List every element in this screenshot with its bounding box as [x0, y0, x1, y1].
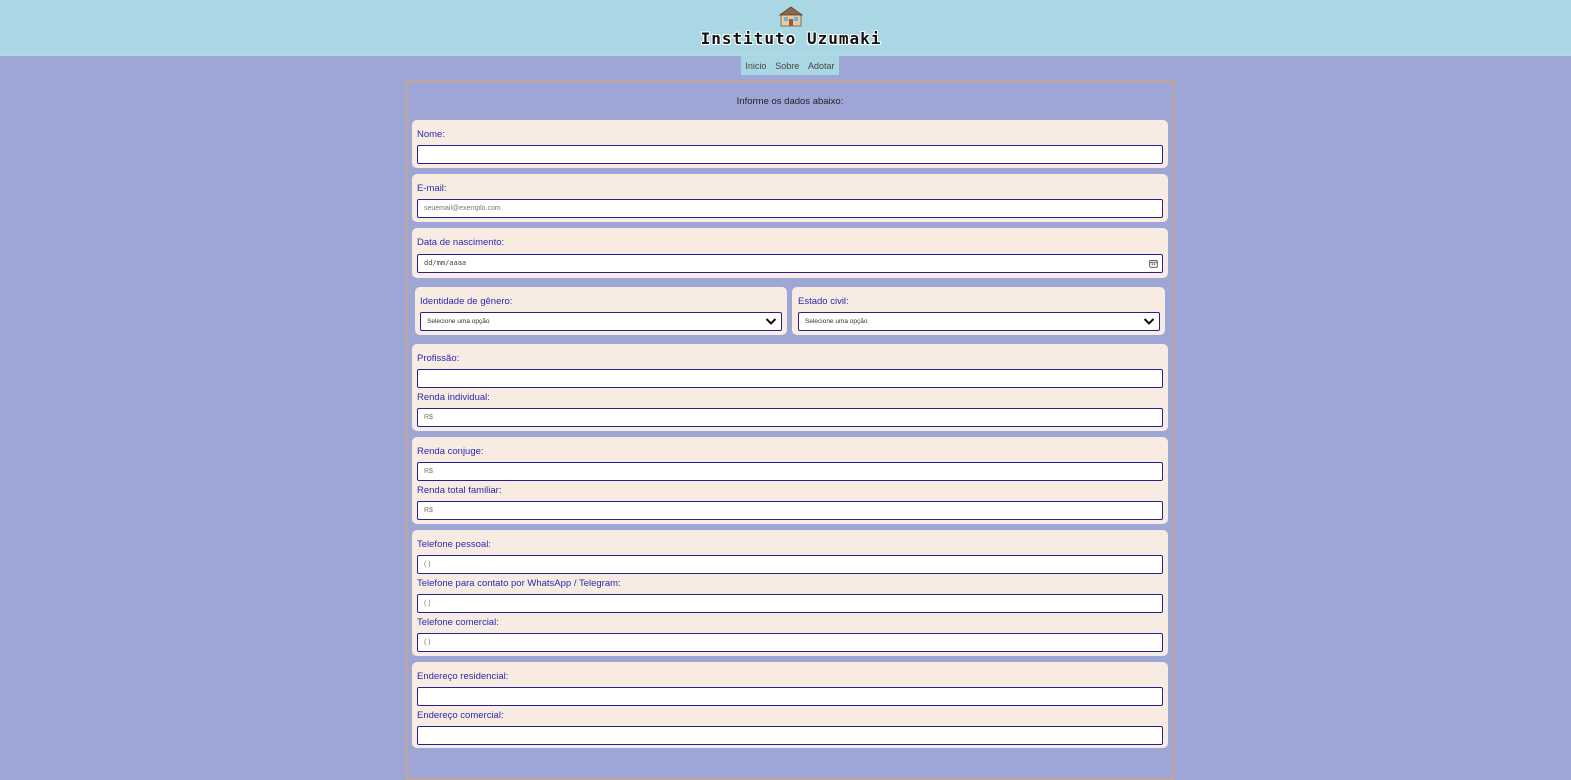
renda-conjuge-input[interactable]: R$ — [417, 462, 1163, 481]
telefone-whatsapp-label: Telefone para contato por WhatsApp / Tel… — [417, 578, 621, 589]
email-label: E-mail: — [417, 183, 447, 194]
nav-item-sobre[interactable]: Sobre — [775, 61, 799, 71]
chevron-down-icon — [1143, 318, 1155, 325]
endereco-comercial-input[interactable] — [417, 726, 1163, 745]
telefone-comercial-input[interactable]: ( ) — [417, 633, 1163, 652]
site-title: Instituto Uzumaki — [700, 29, 882, 48]
nav-item-adotar[interactable]: Adotar — [808, 61, 835, 71]
nav-item-inicio[interactable]: Inicio — [745, 61, 766, 71]
estado-civil-selected: Selecione uma opção — [805, 318, 868, 325]
genero-label: Identidade de gênero: — [420, 296, 513, 307]
telefone-pessoal-label: Telefone pessoal: — [417, 539, 491, 550]
nome-label: Nome: — [417, 129, 445, 140]
endereco-comercial-label: Endereço comercial: — [417, 710, 504, 721]
telefone-pessoal-input[interactable]: ( ) — [417, 555, 1163, 574]
email-input[interactable]: seuemail@exemplo.com — [417, 199, 1163, 218]
estado-civil-label: Estado civil: — [798, 296, 849, 307]
nascimento-placeholder: dd/mm/aaaa — [424, 259, 467, 267]
nascimento-input[interactable]: dd/mm/aaaa — [417, 254, 1163, 273]
estado-civil-select[interactable]: Selecione uma opção — [798, 312, 1160, 331]
genero-selected: Selecione uma opção — [427, 318, 490, 325]
renda-individual-input[interactable]: R$ — [417, 408, 1163, 427]
endereco-residencial-input[interactable] — [417, 687, 1163, 706]
genero-select[interactable]: Selecione uma opção — [420, 312, 782, 331]
calendar-icon[interactable] — [1149, 259, 1158, 268]
form-intro: Informe os dados abaixo: — [736, 96, 844, 107]
renda-individual-label: Renda individual: — [417, 392, 490, 403]
profissao-label: Profissão: — [417, 353, 460, 364]
endereco-residencial-label: Endereço residencial: — [417, 671, 509, 682]
house-icon — [779, 6, 803, 27]
renda-conjuge-label: Renda conjuge: — [417, 446, 484, 457]
main-nav: Inicio Sobre Adotar — [741, 56, 839, 75]
nascimento-label: Data de nascimento: — [417, 237, 505, 248]
site-header: Instituto Uzumaki — [0, 0, 1571, 56]
telefone-comercial-label: Telefone comercial: — [417, 617, 499, 628]
nome-input[interactable] — [417, 145, 1163, 164]
telefone-whatsapp-input[interactable]: ( ) — [417, 594, 1163, 613]
renda-total-input[interactable]: R$ — [417, 501, 1163, 520]
renda-total-label: Renda total familiar: — [417, 485, 502, 496]
chevron-down-icon — [765, 318, 777, 325]
profissao-input[interactable] — [417, 369, 1163, 388]
